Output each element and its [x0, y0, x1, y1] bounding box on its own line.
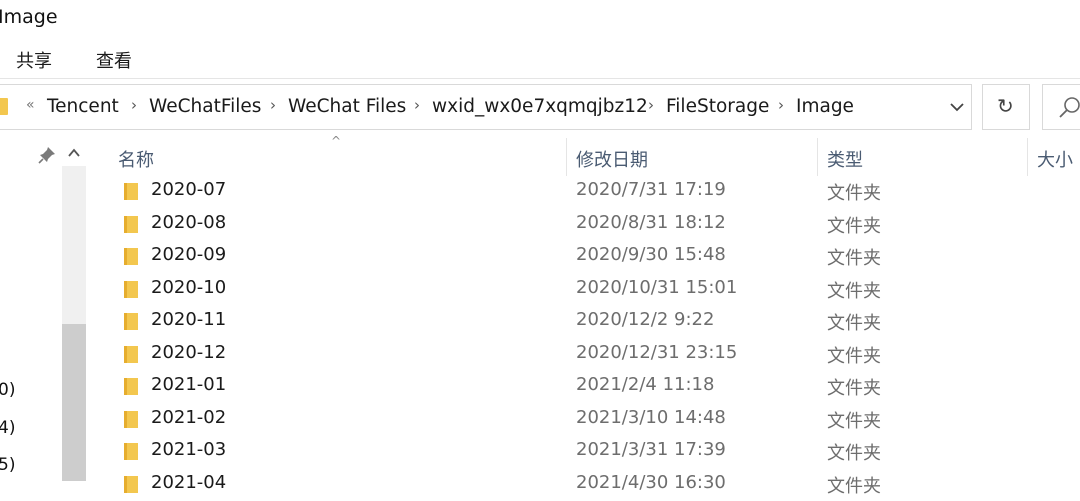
breadcrumb-filestorage[interactable]: FileStorage	[666, 96, 769, 117]
file-row[interactable]: 2021-03 2021/3/31 17:39 文件夹	[90, 436, 1080, 468]
file-type: 文件夹	[827, 216, 881, 237]
column-header-type[interactable]: 类型	[827, 146, 863, 172]
file-row[interactable]: 2021-01 2021/2/4 11:18 文件夹	[90, 371, 1080, 403]
breadcrumb-wechat-files[interactable]: WeChat Files	[288, 96, 406, 117]
file-row[interactable]: 2021-04 2021/4/30 16:30 文件夹	[90, 469, 1080, 501]
folder-icon	[124, 248, 138, 265]
breadcrumb-separator[interactable]: ›	[131, 96, 137, 114]
file-name[interactable]: 2020-11	[151, 309, 226, 330]
breadcrumb-wechatfiles[interactable]: WeChatFiles	[149, 96, 261, 117]
file-row[interactable]: 2020-09 2020/9/30 15:48 文件夹	[90, 241, 1080, 273]
folder-icon	[124, 411, 138, 428]
file-name[interactable]: 2021-04	[151, 472, 226, 493]
file-name[interactable]: 2021-03	[151, 439, 226, 460]
pin-icon[interactable]	[38, 146, 56, 164]
breadcrumb-tencent[interactable]: Tencent	[47, 96, 119, 117]
file-date-modified: 2020/12/31 23:15	[576, 342, 738, 363]
ribbon-tab-view[interactable]: 查看	[96, 47, 132, 73]
file-name[interactable]: 2020-12	[151, 342, 226, 363]
file-type: 文件夹	[827, 281, 881, 302]
file-type: 文件夹	[827, 183, 881, 204]
column-header-date-modified[interactable]: 修改日期	[576, 146, 648, 172]
file-name[interactable]: 2020-10	[151, 277, 226, 298]
window-title: Image	[0, 6, 58, 28]
ribbon-tab-share[interactable]: 共享	[16, 47, 52, 73]
folder-icon	[124, 313, 138, 330]
nav-item-fragment[interactable]: 0)	[0, 380, 15, 400]
column-divider[interactable]	[817, 138, 818, 176]
file-type: 文件夹	[827, 411, 881, 432]
sort-indicator-icon: ^	[331, 134, 342, 148]
file-type: 文件夹	[827, 313, 881, 334]
file-date-modified: 2020/8/31 18:12	[576, 212, 726, 233]
file-date-modified: 2020/12/2 9:22	[576, 309, 715, 330]
chevron-down-icon[interactable]	[946, 96, 968, 118]
column-header-size[interactable]: 大小	[1037, 146, 1073, 172]
breadcrumb-image[interactable]: Image	[796, 96, 854, 117]
file-row[interactable]: 2020-10 2020/10/31 15:01 文件夹	[90, 274, 1080, 306]
file-date-modified: 2020/10/31 15:01	[576, 277, 738, 298]
file-date-modified: 2021/3/10 14:48	[576, 407, 726, 428]
breadcrumb-separator[interactable]: ›	[648, 96, 654, 114]
file-date-modified: 2021/4/30 16:30	[576, 472, 726, 493]
search-icon	[1059, 97, 1080, 118]
ribbon-divider	[0, 78, 1080, 79]
folder-icon	[124, 183, 138, 200]
file-type: 文件夹	[827, 346, 881, 367]
folder-icon	[124, 346, 138, 363]
nav-item-fragment[interactable]: 4)	[0, 418, 15, 438]
file-row[interactable]: 2020-12 2020/12/31 23:15 文件夹	[90, 339, 1080, 371]
file-row[interactable]: 2020-11 2020/12/2 9:22 文件夹	[90, 306, 1080, 338]
file-date-modified: 2021/3/31 17:39	[576, 439, 726, 460]
column-divider[interactable]	[566, 138, 567, 176]
file-name[interactable]: 2021-02	[151, 407, 226, 428]
folder-icon	[124, 443, 138, 460]
file-name[interactable]: 2021-01	[151, 374, 226, 395]
file-date-modified: 2020/9/30 15:48	[576, 244, 726, 265]
breadcrumb-separator[interactable]: ›	[270, 96, 276, 114]
file-name[interactable]: 2020-09	[151, 244, 226, 265]
file-type: 文件夹	[827, 378, 881, 399]
refresh-icon: ↻	[997, 94, 1014, 118]
file-row[interactable]: 2020-07 2020/7/31 17:19 文件夹	[90, 176, 1080, 208]
file-date-modified: 2021/2/4 11:18	[576, 374, 715, 395]
breadcrumb-separator[interactable]: ›	[414, 96, 420, 114]
address-folder-icon	[0, 98, 8, 115]
breadcrumb-separator[interactable]: ›	[778, 96, 784, 114]
scroll-up-arrow-icon[interactable]	[62, 142, 86, 164]
file-name[interactable]: 2020-08	[151, 212, 226, 233]
breadcrumb-wxid[interactable]: wxid_wx0e7xqmqjbz12	[432, 96, 648, 117]
column-header-name[interactable]: 名称	[118, 146, 154, 172]
file-name[interactable]: 2020-07	[151, 179, 226, 200]
folder-icon	[124, 216, 138, 233]
folder-icon	[124, 378, 138, 395]
file-row[interactable]: 2021-02 2021/3/10 14:48 文件夹	[90, 404, 1080, 436]
file-date-modified: 2020/7/31 17:19	[576, 179, 726, 200]
file-type: 文件夹	[827, 248, 881, 269]
folder-icon	[124, 476, 138, 493]
file-type: 文件夹	[827, 476, 881, 497]
breadcrumb-overflow-button[interactable]: «	[26, 97, 35, 113]
file-row[interactable]: 2020-08 2020/8/31 18:12 文件夹	[90, 209, 1080, 241]
folder-icon	[124, 281, 138, 298]
column-divider[interactable]	[1027, 138, 1028, 176]
nav-scrollbar-thumb[interactable]	[62, 324, 86, 481]
nav-item-fragment[interactable]: 5)	[0, 455, 15, 475]
file-type: 文件夹	[827, 443, 881, 464]
